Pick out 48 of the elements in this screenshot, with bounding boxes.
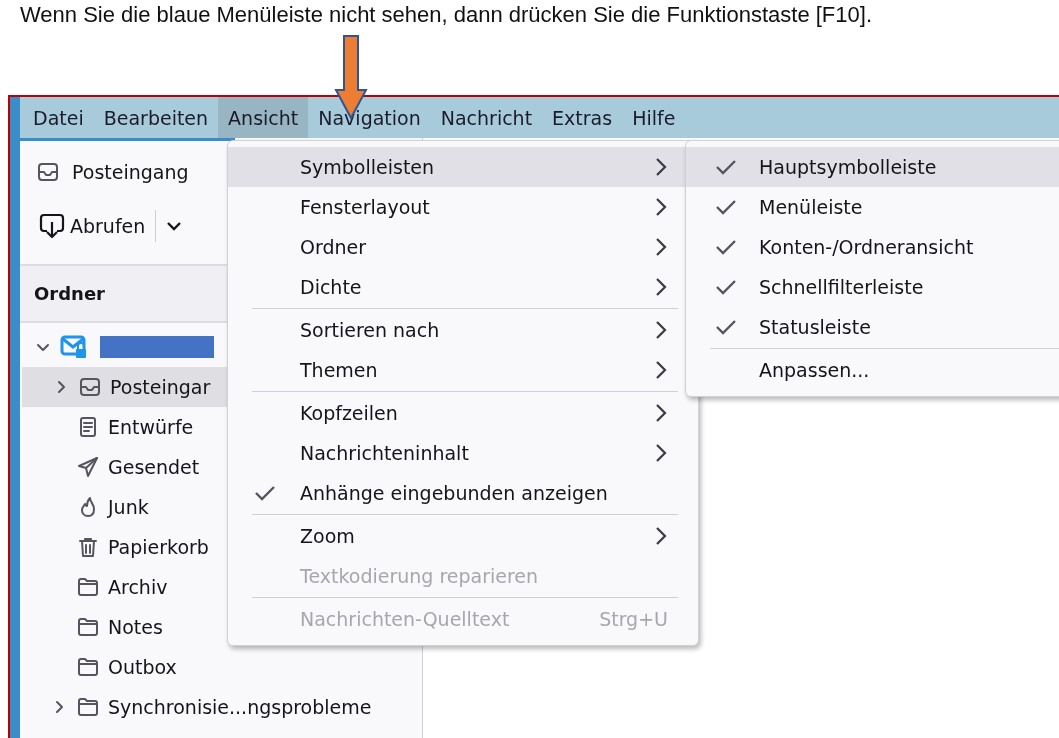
- folder-item[interactable]: Synchronisie...ngsprobleme: [20, 687, 378, 727]
- menu-title[interactable]: Nachricht: [430, 97, 543, 138]
- paper-plane-icon: [76, 455, 100, 479]
- menu-item[interactable]: Nachrichteninhalt: [228, 433, 698, 473]
- tab-label: Posteingang: [72, 161, 189, 183]
- menu-title[interactable]: Ansicht: [218, 97, 309, 138]
- folder-icon: [76, 575, 100, 599]
- folder-label: Synchronisie...ngsprobleme: [108, 696, 372, 718]
- inbox-icon: [78, 375, 102, 399]
- menu-title[interactable]: Navigation: [308, 97, 431, 138]
- folder-label: Posteingar: [110, 376, 211, 398]
- folder-label: Gesendet: [108, 456, 200, 478]
- download-icon: [38, 212, 66, 240]
- folder-tab[interactable]: Posteingang: [36, 160, 189, 188]
- get-messages-button[interactable]: Abrufen: [36, 210, 148, 242]
- mail-lock-icon: [60, 334, 88, 360]
- menu-item[interactable]: Schnellfilterleiste: [686, 267, 1059, 307]
- folder-label: Archiv: [108, 576, 168, 598]
- folder-icon: [76, 655, 100, 679]
- folder-item[interactable]: Junk: [20, 487, 155, 527]
- folder-label: Notes: [108, 616, 163, 638]
- menu-title[interactable]: Datei: [23, 97, 94, 138]
- menu-item[interactable]: Zoom: [228, 516, 698, 556]
- menu-item[interactable]: Anpassen...: [686, 350, 1059, 390]
- folder-icon: [76, 615, 100, 639]
- folder-label: Entwürfe: [108, 416, 194, 438]
- folder-label: Outbox: [108, 656, 177, 678]
- menu-title[interactable]: Extras: [542, 97, 623, 138]
- folder-item[interactable]: Entwürfe: [20, 407, 200, 447]
- menu-title[interactable]: Hilfe: [622, 97, 686, 138]
- inbox-icon: [36, 160, 60, 184]
- folder-label: Junk: [108, 496, 149, 518]
- menu-item[interactable]: Menüleiste: [686, 187, 1059, 227]
- folder-item[interactable]: Papierkorb: [20, 527, 215, 567]
- folder-icon: [76, 695, 100, 719]
- folder-item[interactable]: Outbox: [20, 647, 183, 687]
- menu-item[interactable]: Anhänge eingebunden anzeigen: [228, 473, 698, 513]
- folder-label: Papierkorb: [108, 536, 209, 558]
- menu-title[interactable]: Bearbeiten: [93, 97, 219, 138]
- folder-item[interactable]: Notes: [20, 607, 169, 647]
- folder-item[interactable]: Gesendet: [20, 447, 206, 487]
- shortcut-label: Strg+U: [599, 608, 668, 630]
- menu-item[interactable]: Konten-/Ordneransicht: [686, 227, 1059, 267]
- instruction-text: Wenn Sie die blaue Menüleiste nicht sehen, dann drücken Sie die Funktionstaste [F10].: [20, 2, 872, 27]
- folder-item[interactable]: Archiv: [20, 567, 174, 607]
- menu-item[interactable]: Statusleiste: [686, 307, 1059, 347]
- menu-item[interactable]: Hauptsymbolleiste: [686, 147, 1059, 187]
- trash-icon: [76, 535, 100, 559]
